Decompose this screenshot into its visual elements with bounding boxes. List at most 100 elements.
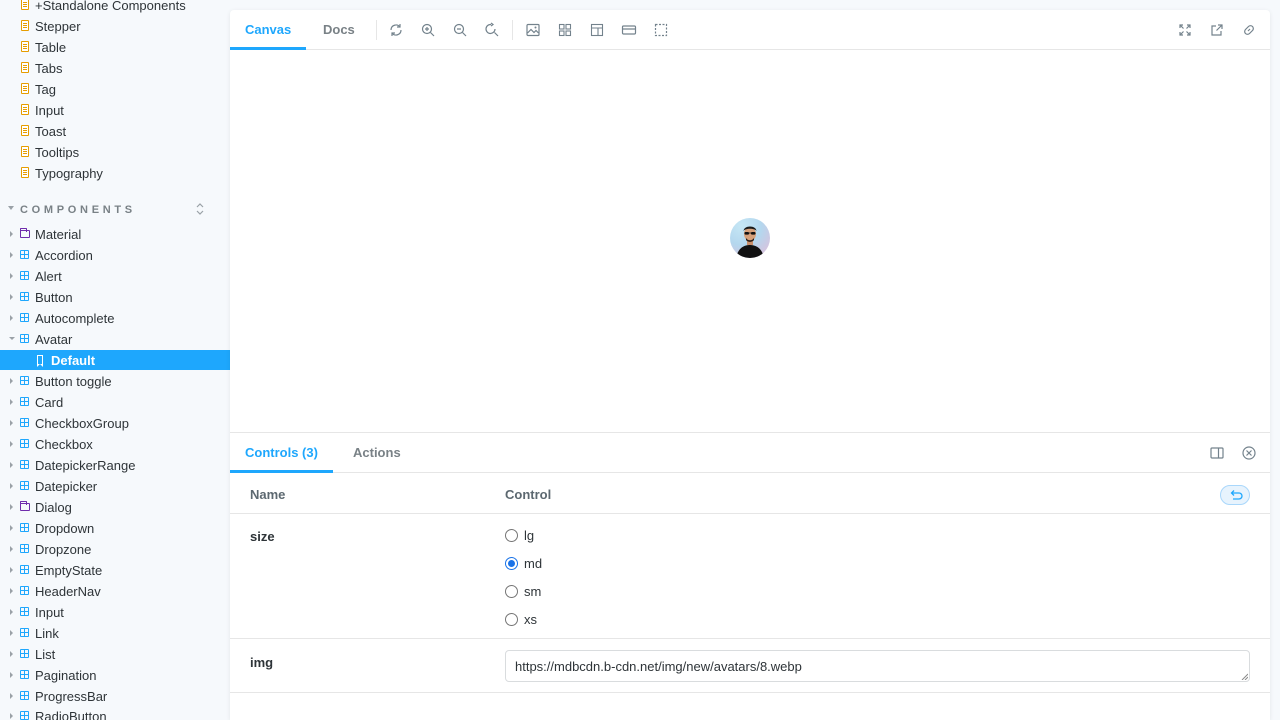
radio-button[interactable] xyxy=(505,613,518,626)
sidebar-item-dialog[interactable]: Dialog xyxy=(0,497,230,518)
img-url-input[interactable]: https://mdbcdn.b-cdn.net/img/new/avatars… xyxy=(505,650,1250,682)
sidebar-item-label: Accordion xyxy=(35,248,93,263)
chevron-right-icon xyxy=(10,441,13,447)
copy-link-icon[interactable] xyxy=(1241,22,1257,38)
component-icon xyxy=(20,292,29,301)
chevron-right-icon xyxy=(10,546,13,552)
sidebar-item-link[interactable]: Link xyxy=(0,623,230,644)
sidebar-item-accordion[interactable]: Accordion xyxy=(0,245,230,266)
outline-icon[interactable] xyxy=(621,22,637,38)
section-title: COMPONENTS xyxy=(20,204,136,216)
folder-icon xyxy=(20,228,30,238)
sidebar-doc-tag[interactable]: Tag xyxy=(0,79,230,100)
viewport-icon[interactable] xyxy=(653,22,669,38)
sidebar-item-label: Toast xyxy=(35,124,67,139)
toolbar-divider xyxy=(376,20,377,40)
zoom-in-icon[interactable] xyxy=(420,22,436,38)
sidebar-section-components[interactable]: COMPONENTS xyxy=(0,200,230,220)
sidebar-item-headernav[interactable]: HeaderNav xyxy=(0,581,230,602)
resize-handle-icon[interactable] xyxy=(1241,673,1248,680)
open-new-tab-icon[interactable] xyxy=(1209,22,1225,38)
sidebar-item-label: Avatar xyxy=(35,332,73,347)
sidebar-item-datepickerrange[interactable]: DatepickerRange xyxy=(0,455,230,476)
zoom-reset-icon[interactable] xyxy=(484,22,500,38)
component-icon xyxy=(20,313,29,322)
sidebar-item-datepicker[interactable]: Datepicker xyxy=(0,476,230,497)
sidebar-item-avatar[interactable]: Avatar xyxy=(0,329,230,350)
sidebar-item-label: Dropzone xyxy=(35,542,92,557)
prop-name: size xyxy=(250,529,275,544)
sidebar-item-input[interactable]: Input xyxy=(0,602,230,623)
sidebar-doc-typography[interactable]: Typography xyxy=(0,163,230,184)
sidebar-doc-tooltips[interactable]: Tooltips xyxy=(0,142,230,163)
sidebar-item-pagination[interactable]: Pagination xyxy=(0,665,230,686)
sidebar-item-card[interactable]: Card xyxy=(0,392,230,413)
radio-label: sm xyxy=(524,584,542,599)
sidebar-item-label: HeaderNav xyxy=(35,584,101,599)
sidebar-item-autocomplete[interactable]: Autocomplete xyxy=(0,308,230,329)
tab-actions[interactable]: Actions xyxy=(338,433,416,473)
sidebar-item-list[interactable]: List xyxy=(0,644,230,665)
sidebar-item-alert[interactable]: Alert xyxy=(0,266,230,287)
chevron-right-icon xyxy=(10,588,13,594)
chevron-right-icon xyxy=(10,315,13,321)
radio-button[interactable] xyxy=(505,585,518,598)
sidebar-item-label: CheckboxGroup xyxy=(35,416,129,431)
sidebar-item-dropzone[interactable]: Dropzone xyxy=(0,539,230,560)
sidebar-doc-standalone-components[interactable]: +Standalone Components xyxy=(0,0,230,16)
chevron-right-icon xyxy=(10,630,13,636)
sidebar-item-emptystate[interactable]: EmptyState xyxy=(0,560,230,581)
component-icon xyxy=(20,397,29,406)
expand-collapse-icon[interactable] xyxy=(194,202,206,216)
close-icon[interactable] xyxy=(1241,445,1257,461)
sidebar-item-dropdown[interactable]: Dropdown xyxy=(0,518,230,539)
sidebar-item-radiobutton[interactable]: RadioButton xyxy=(0,706,230,720)
tab-docs[interactable]: Docs xyxy=(308,10,370,50)
component-icon xyxy=(20,586,29,595)
chevron-right-icon xyxy=(10,693,13,699)
sidebar-item-material[interactable]: Material xyxy=(0,224,230,245)
document-icon xyxy=(21,83,29,94)
folder-icon xyxy=(20,501,30,511)
sidebar-item-button-toggle[interactable]: Button toggle xyxy=(0,371,230,392)
chevron-right-icon xyxy=(10,252,13,258)
sidebar-story-default[interactable]: Default xyxy=(0,350,230,370)
sidebar-item-button[interactable]: Button xyxy=(0,287,230,308)
sidebar-item-progressbar[interactable]: ProgressBar xyxy=(0,686,230,707)
document-icon xyxy=(21,125,29,136)
sidebar-doc-stepper[interactable]: Stepper xyxy=(0,16,230,37)
sidebar-doc-tabs[interactable]: Tabs xyxy=(0,58,230,79)
radio-label: md xyxy=(524,556,543,571)
measure-icon[interactable] xyxy=(589,22,605,38)
grid-icon[interactable] xyxy=(557,22,573,38)
panel-orientation-icon[interactable] xyxy=(1209,445,1225,461)
refresh-icon[interactable] xyxy=(388,22,404,38)
document-icon xyxy=(21,167,29,178)
radio-button[interactable] xyxy=(505,557,518,570)
chevron-right-icon xyxy=(10,567,13,573)
radio-button[interactable] xyxy=(505,529,518,542)
chevron-right-icon xyxy=(10,504,13,510)
document-icon xyxy=(21,146,29,157)
chevron-right-icon xyxy=(10,420,13,426)
addon-tabs: Controls (3) Actions xyxy=(230,433,1270,473)
undo-icon xyxy=(1230,490,1243,500)
chevron-right-icon xyxy=(10,399,13,405)
zoom-out-icon[interactable] xyxy=(452,22,468,38)
sidebar-doc-toast[interactable]: Toast xyxy=(0,121,230,142)
sidebar-item-checkbox[interactable]: Checkbox xyxy=(0,434,230,455)
component-icon xyxy=(20,628,29,637)
fullscreen-icon[interactable] xyxy=(1177,22,1193,38)
sidebar-doc-table[interactable]: Table xyxy=(0,37,230,58)
sidebar-doc-input[interactable]: Input xyxy=(0,100,230,121)
sidebar-item-label: RadioButton xyxy=(35,709,107,720)
bookmark-icon xyxy=(37,355,43,367)
reset-controls-button[interactable] xyxy=(1220,485,1250,505)
main-panel: Canvas Docs Controls (3) Actions Name Co… xyxy=(230,10,1270,720)
component-icon xyxy=(20,250,29,259)
chevron-down-icon xyxy=(8,206,14,210)
tab-controls[interactable]: Controls (3) xyxy=(230,433,333,473)
background-icon[interactable] xyxy=(525,22,541,38)
sidebar-item-checkboxgroup[interactable]: CheckboxGroup xyxy=(0,413,230,434)
tab-canvas[interactable]: Canvas xyxy=(230,10,307,50)
